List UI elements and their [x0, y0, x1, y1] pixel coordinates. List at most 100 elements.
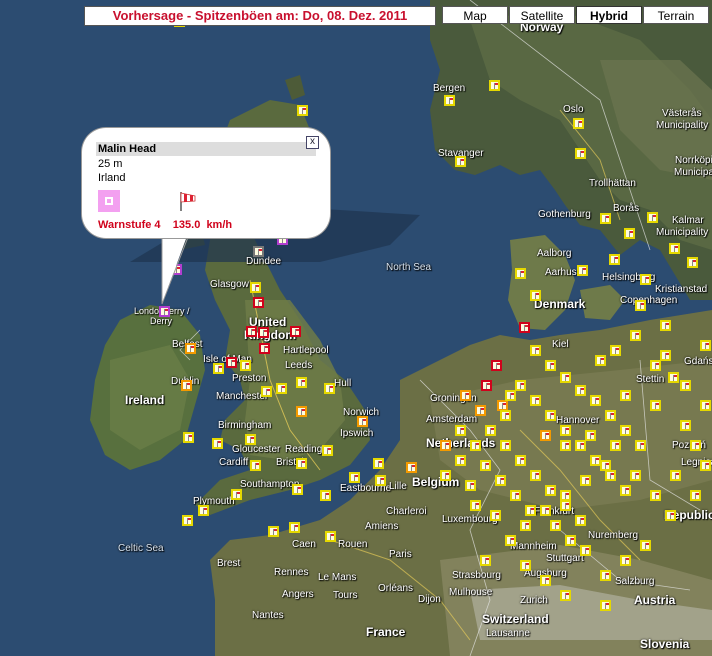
station-marker[interactable]: [491, 360, 502, 371]
station-marker[interactable]: [357, 416, 368, 427]
station-marker[interactable]: [325, 531, 336, 542]
station-marker[interactable]: [669, 243, 680, 254]
station-marker[interactable]: [246, 326, 257, 337]
station-marker[interactable]: [276, 383, 287, 394]
station-marker[interactable]: [213, 363, 224, 374]
station-marker[interactable]: [510, 490, 521, 501]
station-marker[interactable]: [640, 274, 651, 285]
station-marker[interactable]: [240, 360, 251, 371]
station-marker[interactable]: [500, 440, 511, 451]
station-marker[interactable]: [296, 458, 307, 469]
station-marker[interactable]: [465, 480, 476, 491]
station-marker[interactable]: [183, 432, 194, 443]
station-marker[interactable]: [600, 213, 611, 224]
station-marker[interactable]: [585, 430, 596, 441]
station-marker[interactable]: [253, 246, 264, 257]
station-marker[interactable]: [660, 350, 671, 361]
station-marker[interactable]: [580, 475, 591, 486]
station-marker[interactable]: [375, 475, 386, 486]
station-marker[interactable]: [259, 343, 270, 354]
station-marker[interactable]: [575, 440, 586, 451]
station-marker[interactable]: [515, 380, 526, 391]
close-icon[interactable]: x: [306, 136, 319, 149]
station-marker[interactable]: [577, 265, 588, 276]
station-marker[interactable]: [455, 455, 466, 466]
station-marker[interactable]: [610, 345, 621, 356]
station-marker[interactable]: [620, 390, 631, 401]
station-marker[interactable]: [700, 460, 711, 471]
station-marker[interactable]: [292, 484, 303, 495]
station-marker[interactable]: [212, 438, 223, 449]
station-marker[interactable]: [198, 505, 209, 516]
station-marker[interactable]: [470, 440, 481, 451]
station-marker[interactable]: [545, 360, 556, 371]
station-marker[interactable]: [660, 320, 671, 331]
station-marker[interactable]: [444, 95, 455, 106]
station-marker[interactable]: [520, 520, 531, 531]
station-marker[interactable]: [490, 510, 501, 521]
station-marker[interactable]: [680, 420, 691, 431]
station-marker[interactable]: [519, 322, 530, 333]
station-marker[interactable]: [590, 395, 601, 406]
station-marker[interactable]: [635, 440, 646, 451]
station-marker[interactable]: [440, 470, 451, 481]
station-marker[interactable]: [575, 515, 586, 526]
station-marker[interactable]: [580, 545, 591, 556]
station-marker[interactable]: [289, 522, 300, 533]
station-marker[interactable]: [665, 510, 676, 521]
station-marker[interactable]: [349, 472, 360, 483]
station-marker[interactable]: [560, 500, 571, 511]
station-marker[interactable]: [185, 343, 196, 354]
station-marker[interactable]: [680, 380, 691, 391]
station-marker[interactable]: [635, 300, 646, 311]
station-marker[interactable]: [520, 560, 531, 571]
station-marker[interactable]: [650, 400, 661, 411]
station-marker[interactable]: [268, 526, 279, 537]
station-marker[interactable]: [600, 570, 611, 581]
station-marker[interactable]: [620, 485, 631, 496]
station-marker[interactable]: [575, 148, 586, 159]
station-marker[interactable]: [620, 425, 631, 436]
station-marker[interactable]: [545, 485, 556, 496]
station-marker[interactable]: [322, 445, 333, 456]
station-marker[interactable]: [296, 377, 307, 388]
station-marker[interactable]: [455, 425, 466, 436]
map-type-map-button[interactable]: Map: [442, 6, 508, 24]
station-marker[interactable]: [668, 372, 679, 383]
station-marker[interactable]: [250, 282, 261, 293]
station-marker[interactable]: [590, 455, 601, 466]
station-marker[interactable]: [455, 156, 466, 167]
station-marker[interactable]: [481, 380, 492, 391]
station-marker[interactable]: [690, 490, 701, 501]
station-marker[interactable]: [550, 520, 561, 531]
station-marker[interactable]: [565, 535, 576, 546]
station-marker[interactable]: [460, 390, 471, 401]
station-marker[interactable]: [624, 228, 635, 239]
station-marker[interactable]: [545, 410, 556, 421]
station-marker[interactable]: [261, 386, 272, 397]
station-marker[interactable]: [475, 405, 486, 416]
station-marker[interactable]: [515, 268, 526, 279]
station-marker[interactable]: [226, 357, 237, 368]
station-marker[interactable]: [530, 345, 541, 356]
map-type-hybrid-button[interactable]: Hybrid: [576, 6, 642, 24]
station-marker[interactable]: [515, 455, 526, 466]
station-marker[interactable]: [495, 475, 506, 486]
station-marker[interactable]: [530, 395, 541, 406]
station-marker[interactable]: [700, 400, 711, 411]
station-marker[interactable]: [560, 440, 571, 451]
map-canvas[interactable]: Norway Bergen Oslo Stavanger Västerås Mu…: [0, 0, 712, 656]
station-marker[interactable]: [480, 555, 491, 566]
station-marker[interactable]: [647, 212, 658, 223]
map-type-satellite-button[interactable]: Satellite: [509, 6, 575, 24]
station-marker[interactable]: [700, 340, 711, 351]
station-marker[interactable]: [253, 297, 264, 308]
station-marker[interactable]: [530, 290, 541, 301]
station-marker[interactable]: [181, 380, 192, 391]
station-marker[interactable]: [250, 460, 261, 471]
station-marker[interactable]: [500, 410, 511, 421]
station-marker[interactable]: [505, 535, 516, 546]
station-marker[interactable]: [610, 440, 621, 451]
station-marker[interactable]: [605, 470, 616, 481]
station-marker[interactable]: [182, 515, 193, 526]
